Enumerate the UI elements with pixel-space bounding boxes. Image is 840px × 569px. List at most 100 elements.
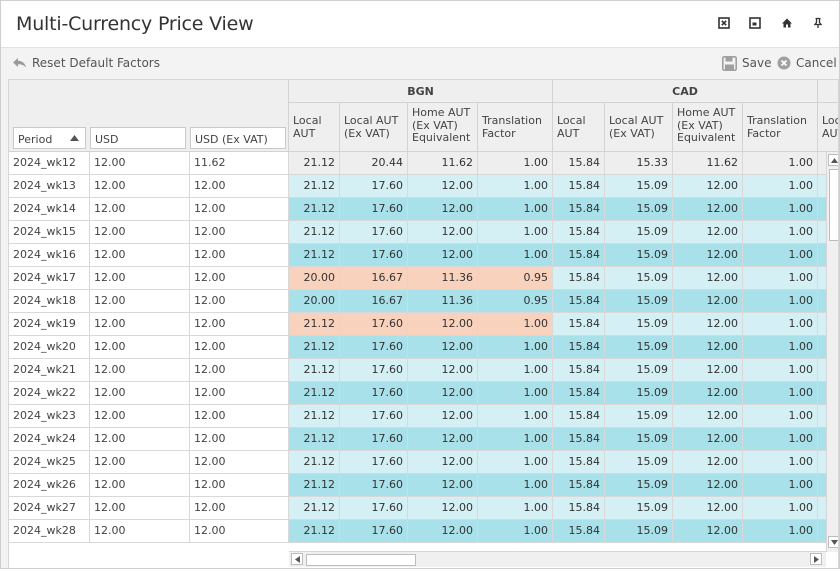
scroll-left-icon[interactable]	[291, 553, 303, 565]
cell-bgn-value[interactable]: 21.12	[289, 520, 340, 543]
col-header-bgn-translation-factor[interactable]: Translation Factor	[478, 103, 553, 152]
cell-cad-value[interactable]: 15.84	[553, 359, 605, 382]
cell-bgn-value[interactable]: 12.00	[408, 221, 478, 244]
cell-bgn-value[interactable]: 17.60	[340, 520, 408, 543]
cell-cad-value[interactable]: 15.84	[553, 382, 605, 405]
cell-cad-value[interactable]: 15.09	[605, 313, 673, 336]
table-row[interactable]: 2024_wk12 12.00 11.62 21.12 20.44 11.62 1.00 15…	[9, 152, 838, 175]
cell-cad-value[interactable]: 1.00	[743, 175, 818, 198]
cell-bgn-value[interactable]: 1.00	[478, 313, 553, 336]
cell-bgn-value[interactable]: 16.67	[340, 267, 408, 290]
cell-bgn-value[interactable]: 1.00	[478, 221, 553, 244]
col-header-partial[interactable]: Local AUT	[818, 103, 838, 152]
cell-cad-value[interactable]: 15.09	[605, 520, 673, 543]
cell-bgn-value[interactable]: 17.60	[340, 451, 408, 474]
table-row[interactable]: 2024_wk26 12.00 12.00 21.12 17.60 12.00 1.00 15…	[9, 474, 838, 497]
table-row[interactable]: 2024_wk16 12.00 12.00 21.12 17.60 12.00 1.00 15…	[9, 244, 838, 267]
cell-bgn-value[interactable]: 0.95	[478, 267, 553, 290]
cell-cad-value[interactable]: 15.09	[605, 428, 673, 451]
cell-bgn-value[interactable]: 17.60	[340, 175, 408, 198]
cell-cad-value[interactable]: 15.84	[553, 451, 605, 474]
cell-cad-value[interactable]: 1.00	[743, 290, 818, 313]
cell-bgn-value[interactable]: 1.00	[478, 474, 553, 497]
cell-cad-value[interactable]: 12.00	[673, 313, 743, 336]
cell-bgn-value[interactable]: 12.00	[408, 244, 478, 267]
cell-bgn-value[interactable]: 12.00	[408, 474, 478, 497]
cell-bgn-value[interactable]: 21.12	[289, 336, 340, 359]
cell-cad-value[interactable]: 1.00	[743, 336, 818, 359]
cell-bgn-value[interactable]: 11.36	[408, 267, 478, 290]
cell-bgn-value[interactable]: 12.00	[408, 359, 478, 382]
save-button[interactable]: Save	[722, 54, 771, 72]
cell-cad-value[interactable]: 12.00	[673, 290, 743, 313]
cell-cad-value[interactable]: 15.09	[605, 382, 673, 405]
cell-cad-value[interactable]: 12.00	[673, 244, 743, 267]
cell-bgn-value[interactable]: 12.00	[408, 313, 478, 336]
cell-bgn-value[interactable]: 17.60	[340, 405, 408, 428]
horizontal-scrollbar[interactable]	[289, 551, 826, 567]
cell-bgn-value[interactable]: 12.00	[408, 520, 478, 543]
cell-cad-value[interactable]: 12.00	[673, 451, 743, 474]
cell-bgn-value[interactable]: 17.60	[340, 428, 408, 451]
cell-bgn-value[interactable]: 1.00	[478, 152, 553, 175]
cell-bgn-value[interactable]: 21.12	[289, 497, 340, 520]
cell-cad-value[interactable]: 1.00	[743, 359, 818, 382]
cell-cad-value[interactable]: 15.84	[553, 267, 605, 290]
col-header-bgn-local-aut-ex-vat[interactable]: Local AUT (Ex VAT)	[340, 103, 408, 152]
cell-bgn-value[interactable]: 1.00	[478, 428, 553, 451]
cell-bgn-value[interactable]: 12.00	[408, 497, 478, 520]
col-header-cad-local-aut-ex-vat[interactable]: Local AUT (Ex VAT)	[605, 103, 673, 152]
cell-cad-value[interactable]: 15.84	[553, 428, 605, 451]
cell-bgn-value[interactable]: 21.12	[289, 244, 340, 267]
cell-cad-value[interactable]: 15.84	[553, 497, 605, 520]
cell-bgn-value[interactable]: 21.12	[289, 474, 340, 497]
cell-cad-value[interactable]: 15.84	[553, 152, 605, 175]
scroll-up-icon[interactable]	[828, 154, 838, 166]
cell-bgn-value[interactable]: 1.00	[478, 520, 553, 543]
cell-bgn-value[interactable]: 11.62	[408, 152, 478, 175]
cell-bgn-value[interactable]: 1.00	[478, 497, 553, 520]
cell-cad-value[interactable]: 12.00	[673, 175, 743, 198]
cell-cad-value[interactable]: 15.09	[605, 405, 673, 428]
cell-bgn-value[interactable]: 0.95	[478, 290, 553, 313]
cell-bgn-value[interactable]: 21.12	[289, 428, 340, 451]
cell-bgn-value[interactable]: 12.00	[408, 382, 478, 405]
cell-bgn-value[interactable]: 17.60	[340, 244, 408, 267]
cell-bgn-value[interactable]: 16.67	[340, 290, 408, 313]
cell-bgn-value[interactable]: 1.00	[478, 244, 553, 267]
cell-bgn-value[interactable]: 17.60	[340, 198, 408, 221]
cell-cad-value[interactable]: 15.84	[553, 336, 605, 359]
cell-cad-value[interactable]: 15.09	[605, 221, 673, 244]
cell-bgn-value[interactable]: 17.60	[340, 359, 408, 382]
cell-cad-value[interactable]: 12.00	[673, 520, 743, 543]
cell-bgn-value[interactable]: 17.60	[340, 336, 408, 359]
cell-bgn-value[interactable]: 21.12	[289, 313, 340, 336]
cell-bgn-value[interactable]: 1.00	[478, 405, 553, 428]
cell-cad-value[interactable]: 15.84	[553, 244, 605, 267]
cell-cad-value[interactable]: 12.00	[673, 198, 743, 221]
cancel-button[interactable]: Cancel	[777, 54, 837, 72]
usd-ex-vat-column-header[interactable]: USD (Ex VAT)	[190, 127, 286, 149]
cell-cad-value[interactable]: 12.00	[673, 474, 743, 497]
cell-cad-value[interactable]: 12.00	[673, 221, 743, 244]
cell-cad-value[interactable]: 15.84	[553, 198, 605, 221]
table-row[interactable]: 2024_wk17 12.00 12.00 20.00 16.67 11.36 0.95 15…	[9, 267, 838, 290]
cell-cad-value[interactable]: 15.84	[553, 313, 605, 336]
cell-cad-value[interactable]: 1.00	[743, 474, 818, 497]
table-row[interactable]: 2024_wk15 12.00 12.00 21.12 17.60 12.00 1.00 15…	[9, 221, 838, 244]
cell-cad-value[interactable]: 1.00	[743, 198, 818, 221]
cell-bgn-value[interactable]: 1.00	[478, 175, 553, 198]
col-header-cad-local-aut[interactable]: Local AUT	[553, 103, 605, 152]
cell-bgn-value[interactable]: 1.00	[478, 451, 553, 474]
cell-bgn-value[interactable]: 12.00	[408, 451, 478, 474]
cell-bgn-value[interactable]: 1.00	[478, 359, 553, 382]
table-row[interactable]: 2024_wk20 12.00 12.00 21.12 17.60 12.00 1.00 15…	[9, 336, 838, 359]
period-column-header[interactable]: Period	[13, 127, 86, 149]
table-row[interactable]: 2024_wk19 12.00 12.00 21.12 17.60 12.00 1.00 15…	[9, 313, 838, 336]
cell-cad-value[interactable]: 12.00	[673, 359, 743, 382]
cell-cad-value[interactable]: 15.84	[553, 474, 605, 497]
cell-bgn-value[interactable]: 17.60	[340, 313, 408, 336]
cell-bgn-value[interactable]: 21.12	[289, 198, 340, 221]
horizontal-scroll-thumb[interactable]	[306, 554, 416, 566]
cell-bgn-value[interactable]: 21.12	[289, 382, 340, 405]
